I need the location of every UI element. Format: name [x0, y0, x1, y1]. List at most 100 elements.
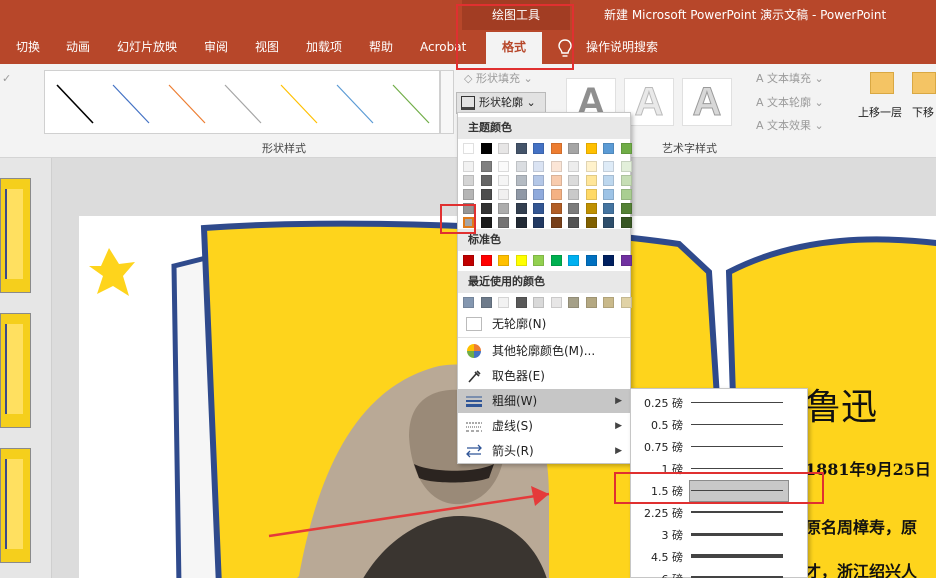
theme-color-swatch[interactable] [463, 161, 474, 172]
arrows-item[interactable]: 箭头(R) ▶ [458, 439, 630, 463]
theme-color-swatch[interactable] [463, 189, 474, 200]
theme-color-swatch[interactable] [585, 175, 597, 186]
theme-color-swatch[interactable] [620, 143, 632, 154]
weight-option[interactable]: 0.75 磅 [631, 435, 807, 457]
tab-transitions[interactable]: 切换 [16, 30, 40, 64]
text-fill-button[interactable]: A 文本填充 ⌄ [756, 70, 824, 86]
line-style-gray[interactable] [224, 84, 262, 124]
standard-color-swatch[interactable] [515, 255, 527, 266]
theme-color-swatch[interactable] [603, 189, 614, 200]
theme-color-swatch[interactable] [533, 175, 544, 186]
recent-color-swatch[interactable] [585, 297, 597, 308]
line-style-lightblue[interactable] [336, 84, 374, 124]
theme-color-swatch[interactable] [480, 143, 492, 154]
line-style-blue[interactable] [112, 84, 150, 124]
recent-color-swatch[interactable] [463, 297, 474, 308]
theme-color-swatch[interactable] [550, 217, 562, 228]
theme-color-swatch[interactable] [480, 175, 492, 186]
theme-color-swatch[interactable] [498, 189, 509, 200]
slide-thumbnail[interactable] [0, 313, 31, 428]
theme-color-swatch[interactable] [585, 143, 597, 154]
theme-color-swatch[interactable] [515, 175, 527, 186]
line-style-black[interactable] [56, 84, 94, 124]
weight-option[interactable]: 3 磅 [631, 523, 807, 545]
weight-option[interactable]: 4.5 磅 [631, 545, 807, 567]
theme-color-swatch[interactable] [480, 203, 492, 214]
theme-color-swatch[interactable] [620, 161, 632, 172]
recent-color-swatch[interactable] [498, 297, 509, 308]
theme-color-swatch[interactable] [585, 203, 597, 214]
recent-color-swatch[interactable] [620, 297, 632, 308]
theme-color-swatch[interactable] [603, 143, 614, 154]
standard-color-swatch[interactable] [585, 255, 597, 266]
tell-me-search[interactable]: 操作说明搜索 [586, 30, 658, 64]
theme-color-swatch[interactable] [620, 203, 632, 214]
weight-option[interactable]: 0.25 磅 [631, 391, 807, 413]
theme-color-swatch[interactable] [603, 161, 614, 172]
theme-color-swatch[interactable] [515, 189, 527, 200]
theme-color-swatch[interactable] [620, 175, 632, 186]
slide-body-line2[interactable]: 原名周樟寿，原 [805, 514, 917, 538]
tab-animations[interactable]: 动画 [66, 30, 90, 64]
theme-color-swatch[interactable] [515, 161, 527, 172]
theme-color-swatch[interactable] [568, 161, 579, 172]
weight-item[interactable]: 粗细(W) ▶ [458, 389, 630, 413]
theme-color-swatch[interactable] [480, 217, 492, 228]
theme-color-swatch[interactable] [568, 217, 579, 228]
more-outline-colors-item[interactable]: 其他轮廓颜色(M)... [458, 339, 630, 363]
wordart-style-2[interactable]: A [624, 78, 674, 126]
line-style-gold[interactable] [280, 84, 318, 124]
line-style-orange[interactable] [168, 84, 206, 124]
standard-color-swatch[interactable] [620, 255, 632, 266]
theme-color-swatch[interactable] [515, 217, 527, 228]
tab-review[interactable]: 审阅 [204, 30, 228, 64]
theme-color-swatch[interactable] [585, 189, 597, 200]
theme-color-swatch[interactable] [463, 143, 474, 154]
slide-title[interactable]: 鲁迅 [805, 378, 877, 430]
recent-color-swatch[interactable] [550, 297, 562, 308]
theme-color-swatch[interactable] [498, 175, 509, 186]
tab-addins[interactable]: 加载项 [306, 30, 342, 64]
theme-color-swatch[interactable] [585, 217, 597, 228]
theme-color-swatch[interactable] [533, 161, 544, 172]
no-outline-item[interactable]: 无轮廓(N) [458, 312, 630, 336]
recent-color-swatch[interactable] [603, 297, 614, 308]
text-outline-button[interactable]: A 文本轮廓 ⌄ [756, 94, 824, 110]
theme-color-swatch[interactable] [463, 175, 474, 186]
standard-color-swatch[interactable] [550, 255, 562, 266]
recent-color-swatch[interactable] [568, 297, 579, 308]
standard-color-swatch[interactable] [480, 255, 492, 266]
standard-color-swatch[interactable] [603, 255, 614, 266]
theme-color-swatch[interactable] [498, 203, 509, 214]
theme-color-swatch[interactable] [515, 203, 527, 214]
standard-color-swatch[interactable] [498, 255, 509, 266]
slide-body-line3[interactable]: 才，浙江绍兴人 [805, 558, 917, 578]
theme-color-swatch[interactable] [498, 217, 509, 228]
standard-color-swatch[interactable] [568, 255, 579, 266]
weight-option[interactable]: 2.25 磅 [631, 501, 807, 523]
text-effects-button[interactable]: A 文本效果 ⌄ [756, 117, 824, 133]
tab-help[interactable]: 帮助 [369, 30, 393, 64]
eyedropper-item[interactable]: 取色器(E) [458, 364, 630, 388]
recent-color-swatch[interactable] [480, 297, 492, 308]
theme-color-swatch[interactable] [550, 203, 562, 214]
recent-color-swatch[interactable] [533, 297, 544, 308]
recent-color-swatch[interactable] [515, 297, 527, 308]
theme-color-swatch[interactable] [585, 161, 597, 172]
theme-color-swatch[interactable] [533, 143, 544, 154]
theme-color-swatch[interactable] [533, 189, 544, 200]
theme-color-swatch[interactable] [620, 189, 632, 200]
tab-slideshow[interactable]: 幻灯片放映 [117, 30, 177, 64]
theme-color-swatch[interactable] [568, 143, 579, 154]
send-backward-button[interactable]: 下移 [912, 104, 934, 120]
weight-option[interactable]: 6 磅 [631, 567, 807, 578]
theme-color-swatch[interactable] [480, 161, 492, 172]
theme-color-swatch[interactable] [550, 161, 562, 172]
shape-fill-button[interactable]: ◇ 形状填充 ⌄ [464, 70, 533, 86]
theme-color-swatch[interactable] [568, 175, 579, 186]
shape-outline-button[interactable]: 形状轮廓 ⌄ [456, 92, 546, 114]
slide-thumbnail[interactable] [0, 448, 31, 563]
tab-view[interactable]: 视图 [255, 30, 279, 64]
line-style-green[interactable] [392, 84, 430, 124]
bring-forward-button[interactable]: 上移一层 [858, 104, 902, 120]
